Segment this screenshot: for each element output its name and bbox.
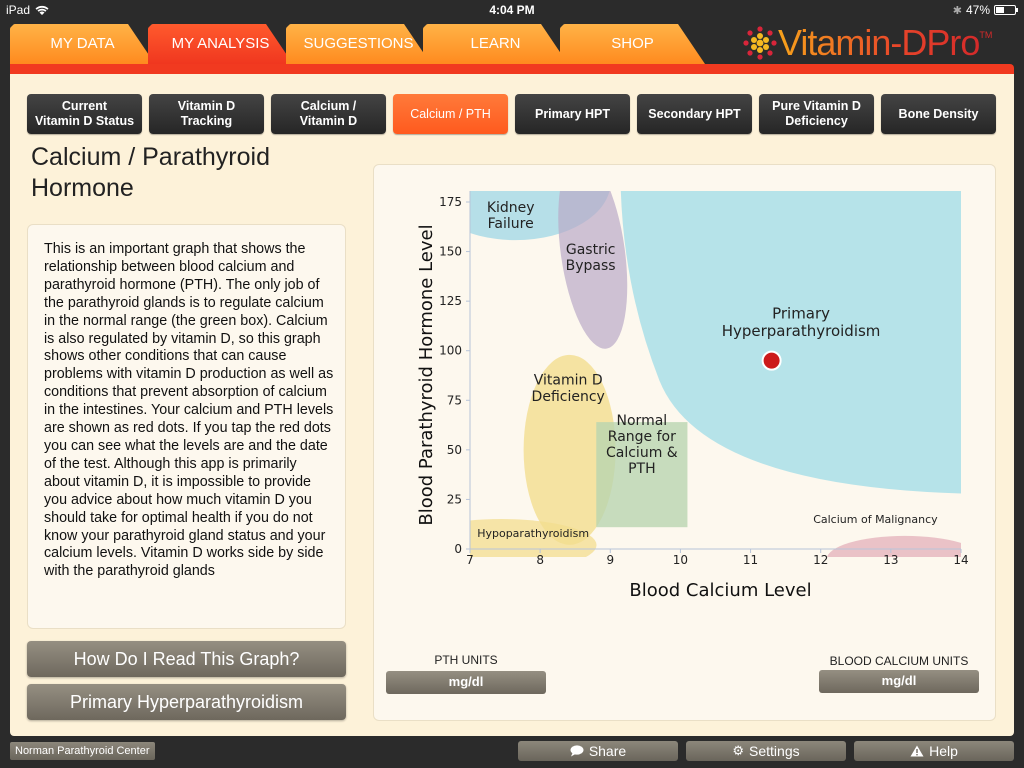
subtab-current-vitamin-d-status[interactable]: Current Vitamin D Status: [27, 94, 142, 134]
gear-icon: ⚙: [732, 743, 745, 758]
label-calcium-of-malignancy: Calcium of Malignancy: [813, 513, 938, 526]
data-point[interactable]: [761, 350, 782, 371]
calcium-units-label: BLOOD CALCIUM UNITS: [829, 654, 969, 668]
y-tick-label: 75: [447, 393, 462, 407]
battery-icon: [994, 5, 1018, 15]
speech-bubble-icon: [570, 745, 584, 757]
subtab-vitamin-d-tracking[interactable]: Vitamin D Tracking: [149, 94, 264, 134]
tab-my-data[interactable]: MY DATA: [10, 24, 155, 64]
settings-label: Settings: [749, 743, 800, 759]
x-tick-label: 14: [953, 553, 968, 567]
y-tick-label: 175: [439, 195, 462, 209]
x-axis-label: Blood Calcium Level: [629, 580, 811, 601]
x-tick-label: 12: [813, 553, 828, 567]
subtab-pure-vitamin-d-deficiency[interactable]: Pure Vitamin D Deficiency: [759, 94, 874, 134]
y-tick-label: 150: [439, 245, 462, 259]
norman-parathyroid-center-button[interactable]: Norman Parathyroid Center: [10, 742, 155, 760]
subtab-calcium-pth[interactable]: Calcium / PTH: [393, 94, 508, 134]
tab-shop[interactable]: SHOP: [560, 24, 705, 64]
label-gastric-bypass: Gastric Bypass: [566, 242, 616, 274]
label-kidney-failure: Kidney Failure: [487, 200, 535, 232]
x-tick-label: 13: [883, 553, 898, 567]
label-hypoparathyroidism: Hypoparathyroidism: [477, 527, 589, 540]
x-tick-label: 7: [466, 553, 474, 567]
status-bar: iPad 4:04 PM ✱ 47%: [0, 0, 1024, 20]
tab-suggestions[interactable]: SUGGESTIONS: [286, 24, 431, 64]
chart-panel: Kidney Failure Gastric Bypass Primary Hyperpa…: [373, 164, 996, 721]
x-tick-label: 9: [606, 553, 614, 567]
help-button[interactable]: Help: [854, 741, 1014, 761]
tab-my-analysis[interactable]: MY ANALYSIS: [148, 24, 293, 64]
subtab-primary-hpt[interactable]: Primary HPT: [515, 94, 630, 134]
y-axis-label: Blood Parathyroid Hormone Level: [416, 224, 437, 525]
y-tick-label: 0: [454, 542, 462, 556]
label-vitamin-d-deficiency: Vitamin D Deficiency: [532, 373, 605, 405]
y-tick-label: 25: [447, 492, 462, 506]
how-to-read-graph-button[interactable]: How Do I Read This Graph?: [27, 641, 346, 677]
main-panel: Current Vitamin D Status Vitamin D Track…: [10, 64, 1014, 736]
tab-learn[interactable]: LEARN: [423, 24, 568, 64]
analysis-subtabs: Current Vitamin D Status Vitamin D Track…: [27, 94, 996, 134]
y-tick-label: 125: [439, 294, 462, 308]
warning-icon: [910, 745, 924, 757]
calcium-pth-chart: Kidney FailureGastric BypassPrimary Hyperpa…: [416, 191, 969, 601]
pth-units-button[interactable]: mg/dl: [386, 671, 546, 694]
subtab-calcium-vitamin-d[interactable]: Calcium / Vitamin D: [271, 94, 386, 134]
settings-button[interactable]: ⚙ Settings: [686, 741, 846, 761]
page-title: Calcium / Parathyroid Hormone: [31, 143, 270, 202]
vitamin-molecule-icon: [743, 26, 777, 60]
share-label: Share: [588, 743, 627, 759]
y-tick-label: 50: [447, 443, 462, 457]
app-logo: Vitamin-DPro TM: [742, 22, 992, 64]
calcium-units-button[interactable]: mg/dl: [819, 670, 979, 693]
logo-text: Vitamin-DPro: [778, 22, 980, 63]
description-panel[interactable]: This is an important graph that shows th…: [27, 224, 346, 629]
description-text: This is an important graph that shows th…: [44, 241, 334, 580]
x-tick-label: 8: [536, 553, 544, 567]
battery-percent: 47%: [965, 3, 990, 17]
bluetooth-icon: ✱: [952, 4, 962, 17]
help-label: Help: [929, 743, 958, 759]
x-tick-label: 10: [673, 553, 688, 567]
clock: 4:04 PM: [489, 3, 535, 17]
diagnosis-button[interactable]: Primary Hyperparathyroidism: [27, 684, 346, 720]
bottom-bar: Norman Parathyroid Center Share ⚙ Settin…: [0, 738, 1024, 768]
y-tick-label: 100: [439, 344, 462, 358]
share-button[interactable]: Share: [518, 741, 678, 761]
pth-units-label: PTH UNITS: [434, 653, 498, 667]
subtab-secondary-hpt[interactable]: Secondary HPT: [637, 94, 752, 134]
subtab-bone-density[interactable]: Bone Density: [881, 94, 996, 134]
trademark: TM: [979, 30, 993, 40]
x-tick-label: 11: [743, 553, 758, 567]
